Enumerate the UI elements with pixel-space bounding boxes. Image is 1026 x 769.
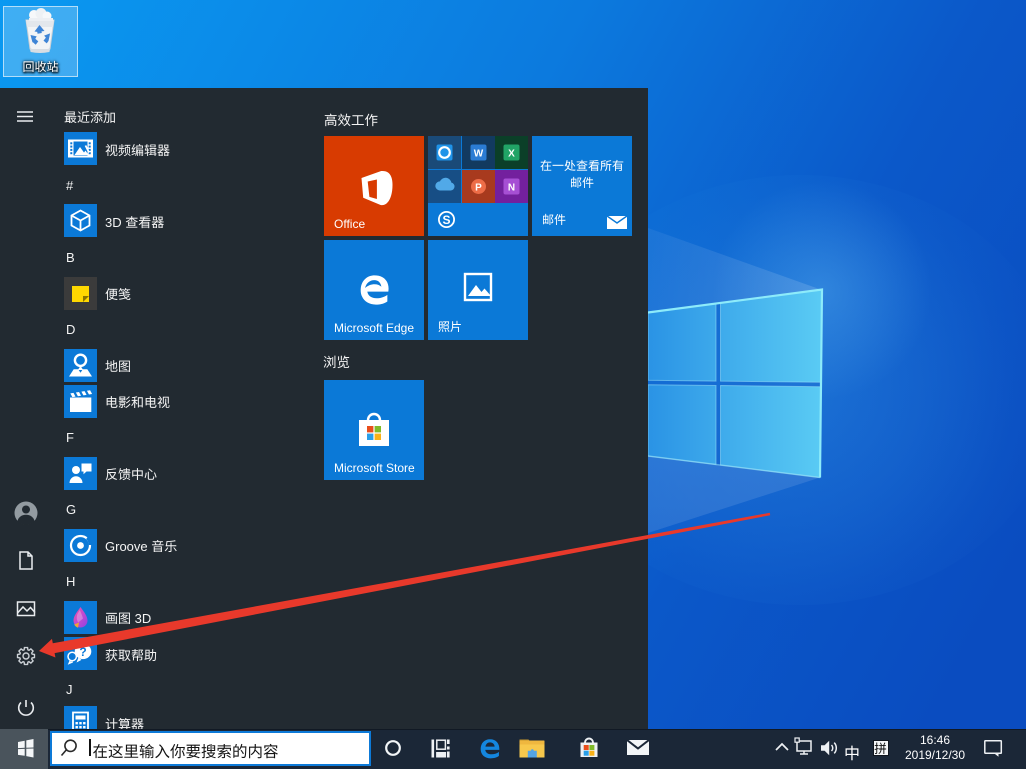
svg-text:W: W — [473, 148, 483, 159]
svg-text:N: N — [508, 182, 515, 193]
svg-text:S: S — [442, 213, 450, 227]
svg-text:X: X — [508, 148, 515, 159]
svg-text:P: P — [475, 182, 482, 193]
svg-text:?: ? — [79, 645, 86, 659]
